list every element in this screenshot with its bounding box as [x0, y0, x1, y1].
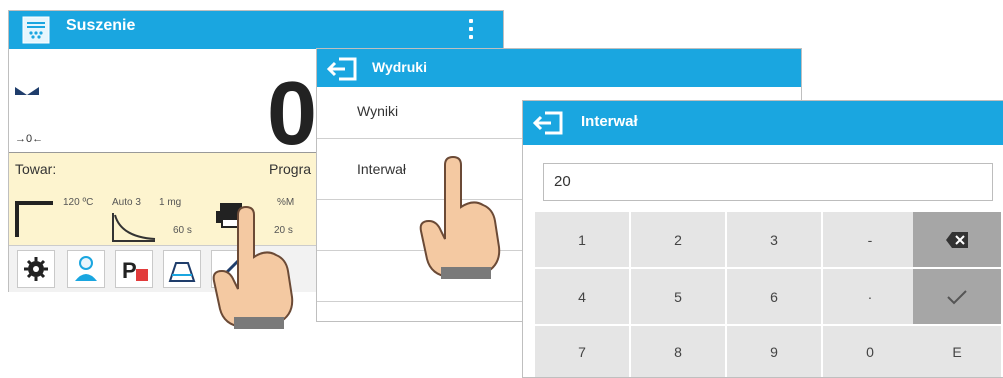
- interval-input-value: 20: [554, 173, 571, 190]
- backspace-icon: [946, 231, 968, 248]
- checkmark-icon: [947, 289, 967, 304]
- key-6[interactable]: 6: [727, 269, 821, 324]
- auto-mode-value: Auto 3: [112, 197, 141, 208]
- page-title: Wydruki: [372, 59, 427, 75]
- key-5[interactable]: 5: [631, 269, 725, 324]
- title-bar: Wydruki: [317, 49, 801, 87]
- towar-label: Towar:: [15, 161, 57, 177]
- title-bar: Suszenie: [9, 11, 503, 49]
- key-9[interactable]: 9: [727, 326, 821, 377]
- menu-item-label: Interwał: [357, 161, 407, 177]
- key-decimal[interactable]: ·: [823, 269, 917, 324]
- user-button[interactable]: [67, 250, 105, 288]
- page-title: Interwał: [581, 113, 638, 130]
- key-0[interactable]: 0: [823, 326, 917, 377]
- product-database-icon: P: [122, 258, 148, 283]
- time-60-value: 60 s: [173, 225, 192, 236]
- svg-text:P: P: [122, 258, 137, 283]
- resolution-value: 1 mg: [159, 197, 182, 208]
- temperature-value: 120 ºC: [63, 197, 94, 208]
- product-database-button[interactable]: P: [115, 250, 153, 288]
- auto-curve-icon: [112, 213, 156, 242]
- gear-icon: [24, 257, 48, 281]
- hand-pointer-icon: [419, 155, 501, 279]
- temperature-profile-icon: [15, 201, 53, 237]
- key-7[interactable]: 7: [535, 326, 629, 377]
- key-3[interactable]: 3: [727, 212, 821, 267]
- exit-icon[interactable]: [531, 109, 565, 137]
- interval-input[interactable]: 20: [543, 163, 993, 201]
- stability-icon: [15, 87, 39, 95]
- weighing-mode-button[interactable]: [163, 250, 201, 288]
- key-8[interactable]: 8: [631, 326, 725, 377]
- key-minus[interactable]: -: [823, 212, 917, 267]
- exit-icon[interactable]: [325, 55, 359, 83]
- zero-indicator: →0←: [15, 133, 44, 145]
- title-bar: Interwał: [523, 101, 1003, 145]
- key-2[interactable]: 2: [631, 212, 725, 267]
- settings-button[interactable]: [17, 250, 55, 288]
- hand-pointer-icon: [212, 205, 294, 329]
- menu-dots-icon[interactable]: [469, 19, 473, 43]
- drying-icon: [22, 16, 50, 44]
- weighing-icon: [168, 262, 196, 282]
- key-e[interactable]: E: [913, 326, 1001, 377]
- page-title: Suszenie: [66, 17, 136, 34]
- menu-item-label: Wyniki: [357, 103, 399, 119]
- program-label: Progra: [269, 161, 312, 177]
- interval-keypad-screen: Interwał 20 1 2 3 - 4 5 6 · 7 8 9 0 E: [522, 100, 1003, 378]
- backspace-key[interactable]: [913, 212, 1001, 267]
- key-4[interactable]: 4: [535, 269, 629, 324]
- user-icon: [75, 256, 97, 281]
- weight-display: 0: [267, 64, 318, 164]
- key-1[interactable]: 1: [535, 212, 629, 267]
- confirm-key[interactable]: [913, 269, 1001, 324]
